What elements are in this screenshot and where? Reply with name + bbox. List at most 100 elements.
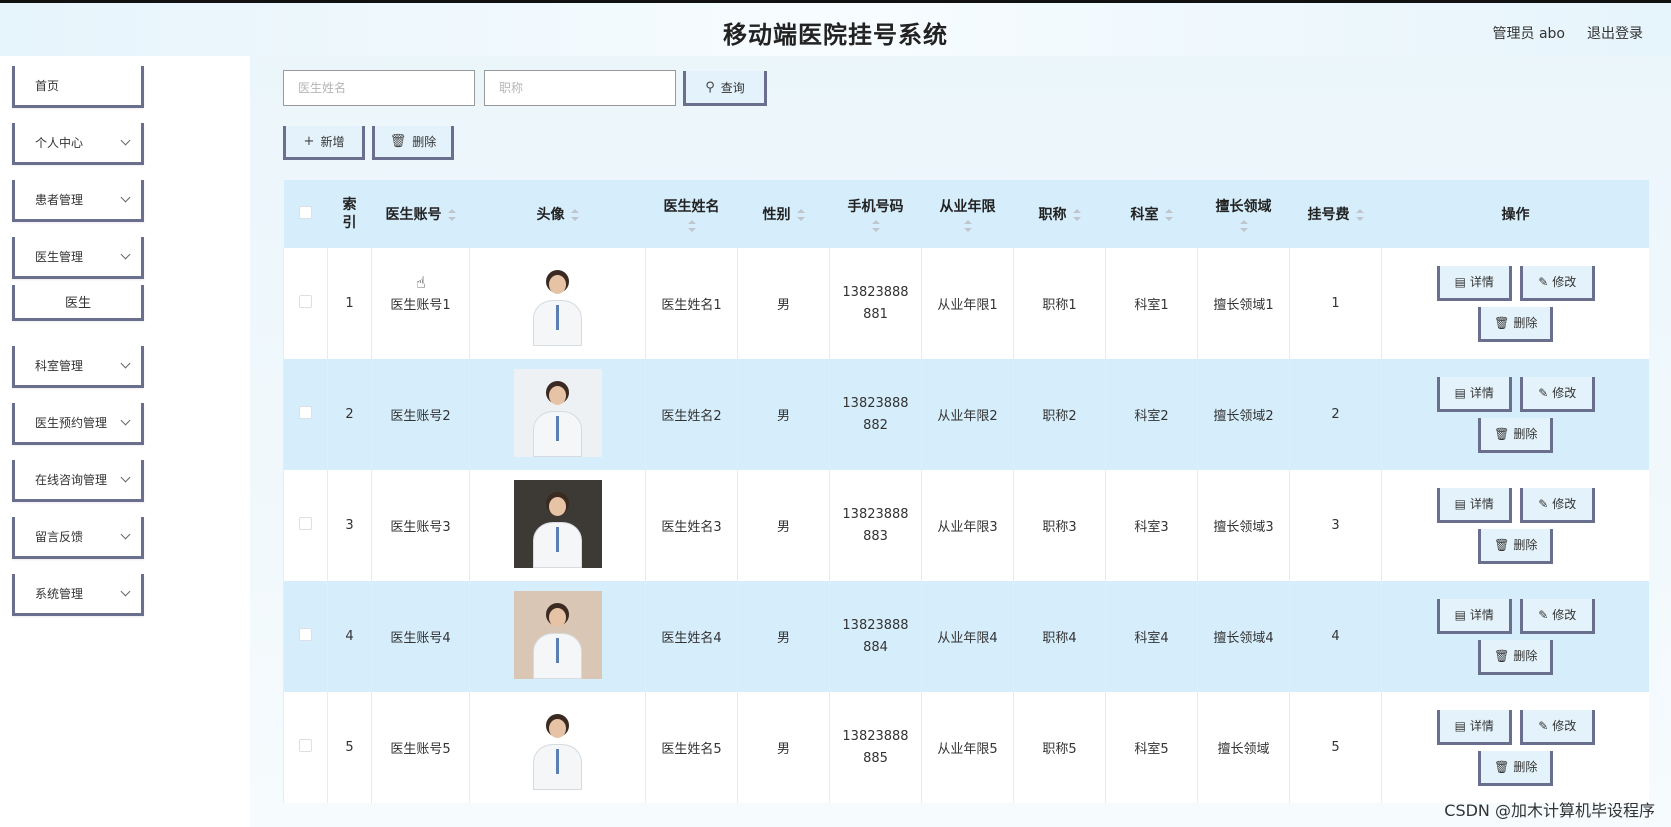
delete-button[interactable]: 🗑 删除 [1478,306,1554,342]
row-name: 医生姓名4 [645,581,738,692]
sort-icon[interactable] [687,220,696,232]
sidebar-item-3[interactable]: 医生管理 [12,237,144,279]
plus-icon: + [303,134,315,149]
header-field[interactable]: 擅长领域 [1197,180,1290,248]
header-phone[interactable]: 手机号码 [829,180,922,248]
row-dept: 科室3 [1105,470,1198,581]
header-avatar[interactable]: 头像 [469,180,646,248]
doctor-table-wrap: 索引 医生账号 头像 医生姓名 性别 手机号码 从业年限 职称 科室 擅长领域 … [283,180,1649,827]
row-checkbox[interactable] [299,406,312,419]
row-dept: 科室2 [1105,359,1198,470]
sidebar-item-5[interactable]: 科室管理 [12,346,144,388]
document-icon: ▤ [1454,718,1466,733]
row-title: 职称2 [1013,359,1106,470]
edit-button[interactable]: ✎ 修改 [1519,598,1595,634]
header-user-area: 管理员 abo 退出登录 [1493,23,1643,43]
row-phone: 13823888 882 [829,359,922,470]
row-checkbox[interactable] [299,295,312,308]
header-ops: 操作 [1381,180,1649,248]
pencil-icon: ✎ [1538,718,1549,733]
trash-icon: 🗑 [1494,315,1510,330]
row-checkbox[interactable] [299,517,312,530]
row-checkbox[interactable] [299,628,312,641]
sort-icon[interactable] [1072,209,1081,221]
trash-icon: 🗑 [1494,648,1510,663]
detail-button[interactable]: ▤ 详情 [1436,598,1512,634]
row-years: 从业年限5 [921,692,1014,803]
chevron-down-icon [120,192,131,203]
sort-icon[interactable] [1355,209,1364,221]
row-select-cell[interactable] [283,470,328,581]
sidebar-item-4[interactable]: 医生 [12,285,144,321]
title-input[interactable] [484,70,676,106]
select-all-cell[interactable] [283,180,328,248]
detail-button[interactable]: ▤ 详情 [1436,376,1512,412]
sidebar: 首页个人中心患者管理医生管理医生科室管理医生预约管理在线咨询管理留言反馈系统管理 [0,56,250,827]
chevron-down-icon [120,415,131,426]
query-button[interactable]: ⚲ 查询 [683,71,767,106]
table-row: 3 医生账号3 医生姓名3 男 13823888 883 从业年限3 职称3 科室3 擅长领域3 3… [283,470,1649,581]
chevron-down-icon [120,472,131,483]
sidebar-item-8[interactable]: 留言反馈 [12,517,144,559]
row-years: 从业年限3 [921,470,1014,581]
batch-delete-button[interactable]: 🗑 删除 [372,126,454,160]
edit-button[interactable]: ✎ 修改 [1519,487,1595,523]
header-fee[interactable]: 挂号费 [1289,180,1382,248]
edit-button[interactable]: ✎ 修改 [1519,376,1595,412]
search-icon: ⚲ [705,79,715,95]
row-title: 职称4 [1013,581,1106,692]
chevron-down-icon [120,135,131,146]
sort-icon[interactable] [570,209,579,221]
header-account[interactable]: 医生账号 [371,180,470,248]
sort-icon[interactable] [963,220,972,232]
row-select-cell[interactable] [283,692,328,803]
row-dept: 科室4 [1105,581,1198,692]
header-years[interactable]: 从业年限 [921,180,1014,248]
sidebar-item-0[interactable]: 首页 [12,66,144,108]
sort-icon[interactable] [1239,220,1248,232]
table-row: 5 医生账号5 医生姓名5 男 13823888 885 从业年限5 职称5 科室5 擅长领域 5 ▤… [283,692,1649,803]
delete-button[interactable]: 🗑 删除 [1478,750,1554,786]
header-name[interactable]: 医生姓名 [645,180,738,248]
sort-icon[interactable] [796,209,805,221]
sidebar-item-label: 在线咨询管理 [35,473,108,487]
sort-icon[interactable] [871,220,880,232]
row-name: 医生姓名3 [645,470,738,581]
sidebar-item-6[interactable]: 医生预约管理 [12,403,144,445]
header-dept[interactable]: 科室 [1105,180,1198,248]
row-select-cell[interactable] [283,581,328,692]
sidebar-item-9[interactable]: 系统管理 [12,574,144,616]
sort-icon[interactable] [447,209,456,221]
sidebar-item-1[interactable]: 个人中心 [12,123,144,165]
add-button[interactable]: + 新增 [283,126,365,160]
document-icon: ▤ [1454,274,1466,289]
edit-button[interactable]: ✎ 修改 [1519,709,1595,745]
row-fee: 1 [1289,248,1382,359]
doctor-name-input[interactable] [283,70,475,106]
row-phone: 13823888 885 [829,692,922,803]
trash-icon: 🗑 [1494,537,1510,552]
row-title: 职称5 [1013,692,1106,803]
select-all-checkbox[interactable] [299,205,312,219]
sidebar-item-7[interactable]: 在线咨询管理 [12,460,144,502]
row-fee: 5 [1289,692,1382,803]
delete-button[interactable]: 🗑 删除 [1478,528,1554,564]
row-avatar-cell [469,359,646,470]
delete-button[interactable]: 🗑 删除 [1478,639,1554,675]
row-checkbox[interactable] [299,739,312,752]
row-select-cell[interactable] [283,359,328,470]
sort-icon[interactable] [1164,209,1173,221]
row-select-cell[interactable] [283,248,328,359]
detail-button[interactable]: ▤ 详情 [1436,265,1512,301]
header-gender[interactable]: 性别 [737,180,830,248]
header-title[interactable]: 职称 [1013,180,1106,248]
logout-link[interactable]: 退出登录 [1587,23,1643,43]
detail-button[interactable]: ▤ 详情 [1436,709,1512,745]
sidebar-item-2[interactable]: 患者管理 [12,180,144,222]
admin-user-label[interactable]: 管理员 abo [1493,23,1565,43]
edit-button[interactable]: ✎ 修改 [1519,265,1595,301]
delete-button[interactable]: 🗑 删除 [1478,417,1554,453]
detail-button[interactable]: ▤ 详情 [1436,487,1512,523]
sidebar-item-label: 患者管理 [35,193,84,207]
query-button-label: 查询 [720,80,745,95]
